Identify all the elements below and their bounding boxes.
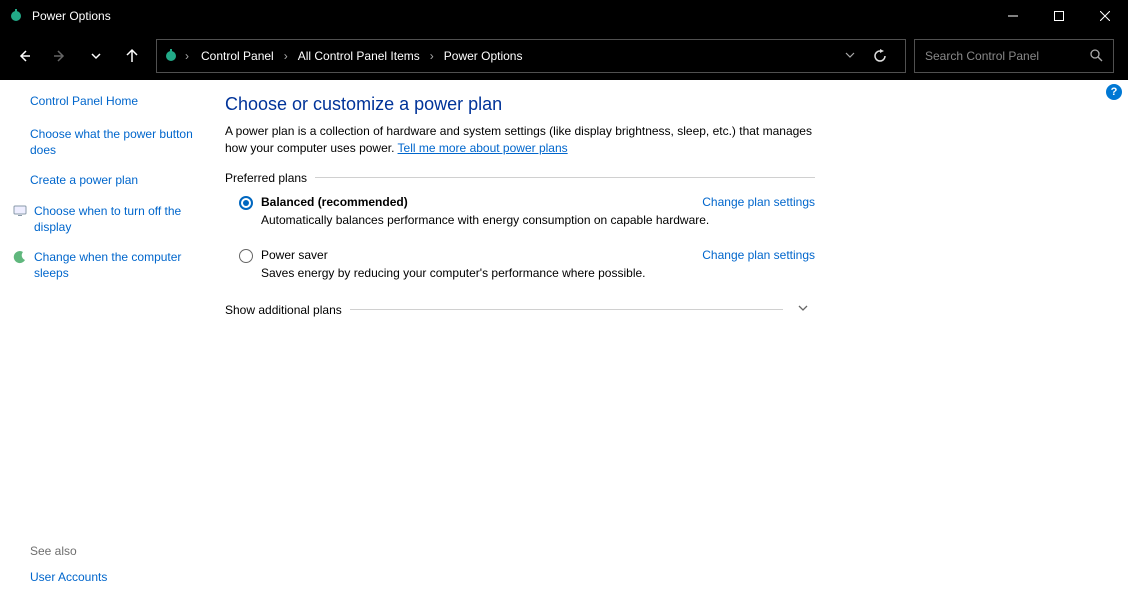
search-input[interactable]	[925, 49, 1089, 63]
chevron-right-icon[interactable]: ›	[183, 49, 191, 63]
nav-forward-button[interactable]	[44, 40, 76, 72]
breadcrumb-item[interactable]: All Control Panel Items	[292, 45, 426, 67]
maximize-button[interactable]	[1036, 0, 1082, 32]
plan-name: Power saver	[261, 248, 328, 262]
sidebar-link-create-plan[interactable]: Create a power plan	[30, 172, 201, 188]
nav-history-dropdown[interactable]	[80, 40, 112, 72]
breadcrumb-item[interactable]: Power Options	[438, 45, 529, 67]
user-accounts-link[interactable]: User Accounts	[30, 570, 201, 584]
app-icon	[8, 8, 24, 24]
breadcrumb-item[interactable]: Control Panel	[195, 45, 280, 67]
control-panel-home-link[interactable]: Control Panel Home	[30, 94, 201, 108]
address-dropdown-icon[interactable]	[845, 49, 855, 63]
chevron-right-icon: ›	[282, 49, 290, 63]
page-description: A power plan is a collection of hardware…	[225, 123, 815, 157]
plan-radio-balanced[interactable]	[239, 196, 253, 210]
nav-up-button[interactable]	[116, 40, 148, 72]
sleep-icon	[12, 249, 28, 265]
plan-radio-power-saver[interactable]	[239, 249, 253, 263]
titlebar: Power Options	[0, 0, 1128, 32]
plan-name: Balanced (recommended)	[261, 195, 408, 209]
page-title: Choose or customize a power plan	[225, 94, 815, 115]
nav-back-button[interactable]	[8, 40, 40, 72]
window-title: Power Options	[32, 9, 111, 23]
power-plan-row: Balanced (recommended) Change plan setti…	[239, 195, 815, 243]
divider	[315, 177, 815, 178]
chevron-right-icon: ›	[428, 49, 436, 63]
divider	[350, 309, 783, 310]
power-plan-row: Power saver Change plan settings Saves e…	[239, 248, 815, 296]
minimize-button[interactable]	[990, 0, 1036, 32]
refresh-button[interactable]	[863, 39, 897, 73]
help-icon[interactable]: ?	[1106, 84, 1122, 100]
sidebar: Control Panel Home Choose what the power…	[0, 80, 215, 598]
change-plan-settings-link[interactable]: Change plan settings	[702, 248, 815, 262]
chevron-down-icon	[791, 302, 815, 317]
navbar: › Control Panel › All Control Panel Item…	[0, 32, 1128, 80]
main-panel: Choose or customize a power plan A power…	[215, 80, 855, 598]
address-icon	[163, 48, 179, 64]
display-icon	[12, 203, 28, 219]
show-additional-plans-expander[interactable]: Show additional plans	[225, 302, 815, 317]
plan-description: Saves energy by reducing your computer's…	[261, 265, 815, 282]
expander-label: Show additional plans	[225, 303, 342, 317]
sidebar-link-computer-sleeps[interactable]: Change when the computer sleeps	[34, 249, 201, 281]
close-button[interactable]	[1082, 0, 1128, 32]
preferred-plans-label: Preferred plans	[225, 171, 815, 185]
breadcrumb: Control Panel › All Control Panel Items …	[195, 45, 841, 67]
sidebar-link-turn-off-display[interactable]: Choose when to turn off the display	[34, 203, 201, 235]
search-icon[interactable]	[1089, 48, 1103, 65]
see-also-label: See also	[30, 544, 201, 558]
address-bar[interactable]: › Control Panel › All Control Panel Item…	[156, 39, 906, 73]
content-area: ? Control Panel Home Choose what the pow…	[0, 80, 1128, 598]
change-plan-settings-link[interactable]: Change plan settings	[702, 195, 815, 209]
tell-me-more-link[interactable]: Tell me more about power plans	[398, 141, 568, 155]
search-box[interactable]	[914, 39, 1114, 73]
sidebar-link-power-button[interactable]: Choose what the power button does	[30, 126, 201, 158]
plan-description: Automatically balances performance with …	[261, 212, 815, 229]
